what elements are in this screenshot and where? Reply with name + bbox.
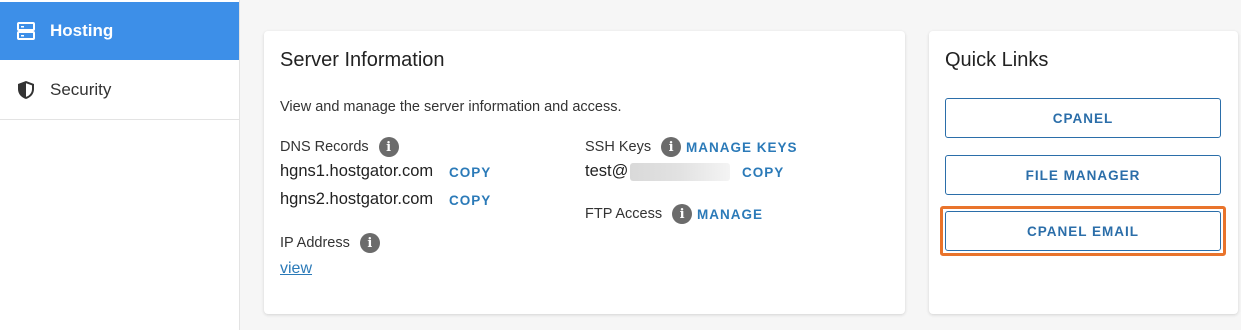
manage-ftp-button[interactable]: MANAGE <box>697 207 763 222</box>
server-icon <box>16 21 36 41</box>
server-information-card: Server Information View and manage the s… <box>264 31 905 314</box>
sidebar-item-security[interactable]: Security <box>0 61 239 120</box>
copy-dns-2-button[interactable]: COPY <box>449 193 491 208</box>
ip-address-label: IP Address i <box>280 233 380 253</box>
dns-records-label-text: DNS Records <box>280 139 369 155</box>
card-title: Server Information <box>280 49 445 71</box>
dns-records-label: DNS Records i <box>280 137 399 157</box>
cpanel-email-button[interactable]: CPANEL EMAIL <box>945 211 1221 251</box>
card-description: View and manage the server information a… <box>280 99 622 115</box>
info-icon[interactable]: i <box>661 137 682 157</box>
cpanel-button[interactable]: CPANEL <box>945 98 1221 138</box>
info-icon[interactable]: i <box>378 137 399 157</box>
ip-address-label-text: IP Address <box>280 235 350 251</box>
ftp-access-label: FTP Access i <box>585 204 693 224</box>
dns-record-1: hgns1.hostgator.com <box>280 162 434 180</box>
dns-record-2: hgns2.hostgator.com <box>280 190 434 208</box>
copy-ssh-button[interactable]: COPY <box>742 165 784 180</box>
ftp-access-label-text: FTP Access <box>585 206 663 222</box>
sidebar-item-hosting[interactable]: Hosting <box>0 2 239 60</box>
redacted-hostname <box>630 163 730 181</box>
sidebar-item-label: Security <box>50 80 112 99</box>
ssh-keys-label-text: SSH Keys <box>585 139 652 155</box>
sidebar-item-label: Hosting <box>50 21 114 40</box>
info-icon[interactable]: i <box>359 233 380 253</box>
sidebar: Hosting Security <box>0 0 240 330</box>
info-icon[interactable]: i <box>672 204 693 224</box>
quick-links-card: Quick Links CPANEL FILE MANAGER CPANEL E… <box>929 31 1238 314</box>
manage-keys-button[interactable]: MANAGE KEYS <box>686 140 798 155</box>
card-title: Quick Links <box>945 49 1049 71</box>
view-ip-link[interactable]: view <box>280 260 312 278</box>
file-manager-button[interactable]: FILE MANAGER <box>945 155 1221 195</box>
ssh-user-value: test@ <box>585 162 629 180</box>
copy-dns-1-button[interactable]: COPY <box>449 165 491 180</box>
ssh-keys-label: SSH Keys i <box>585 137 682 157</box>
shield-icon <box>16 80 36 100</box>
